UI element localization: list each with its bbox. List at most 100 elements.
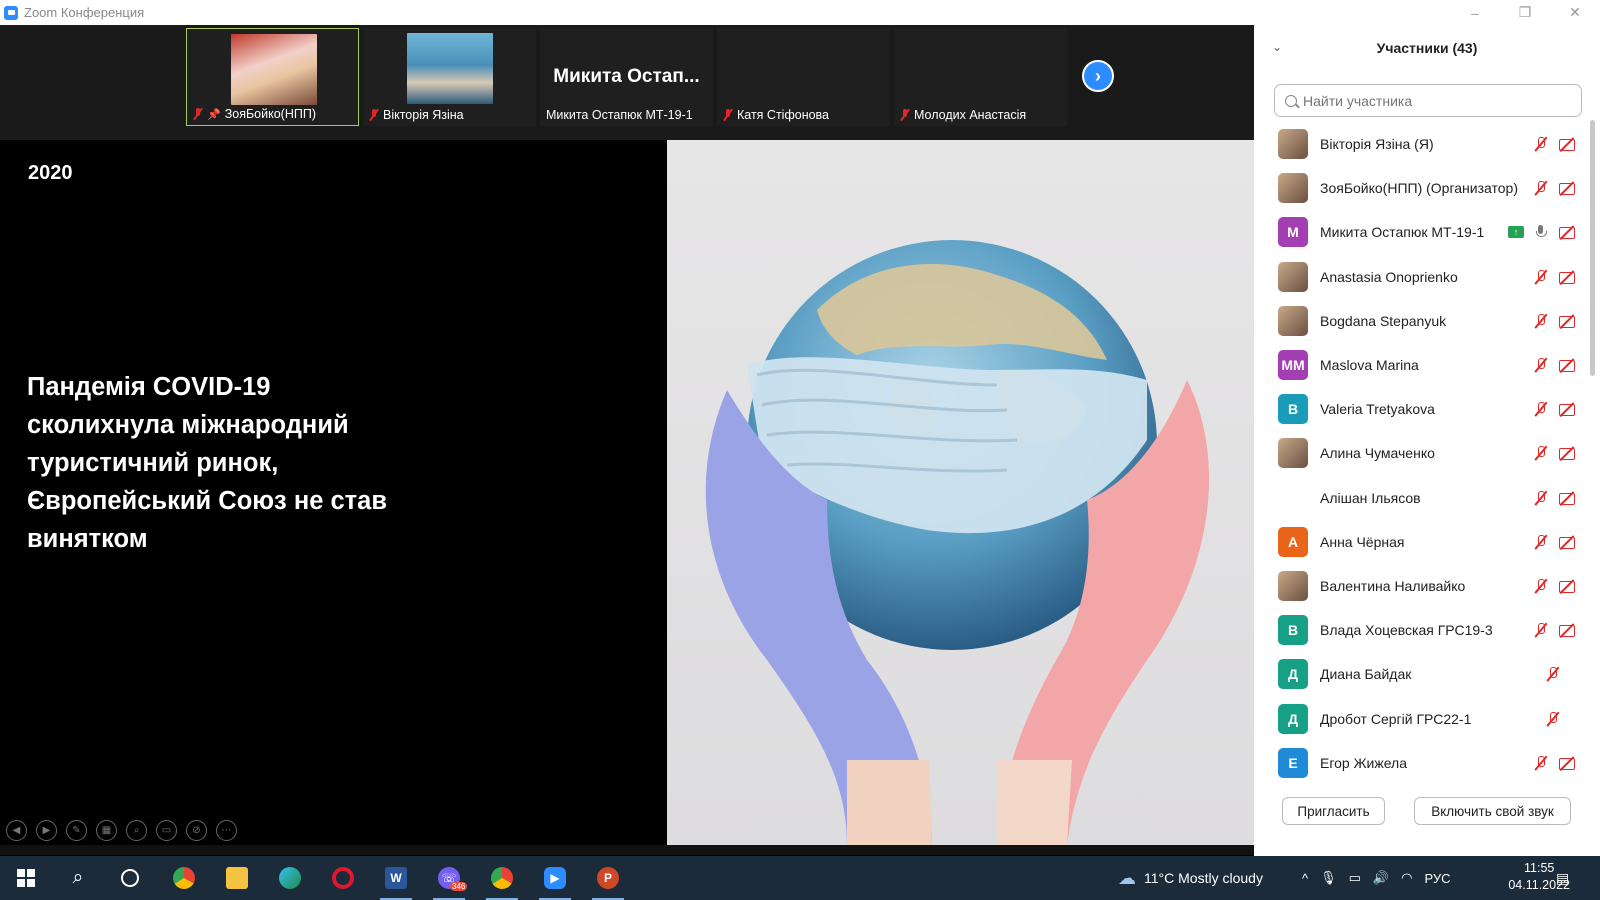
participant-row[interactable]: Е Егор Жижела [1254, 741, 1584, 785]
participant-name: Anastasia Onoprienko [1320, 268, 1458, 285]
video-tile[interactable]: Вікторія Язіна [363, 28, 536, 126]
mic-muted-icon [1533, 357, 1549, 373]
video-tile[interactable]: Микита Остап... Микита Остапюк МТ-19-1 [540, 28, 713, 126]
participants-title: Участники (43) [1376, 40, 1478, 56]
participant-row[interactable]: M Микита Остапюк МТ-19-1 ↑ [1254, 210, 1584, 254]
invite-button[interactable]: Пригласить [1282, 797, 1385, 825]
participant-row[interactable]: Алішан Ільясов [1254, 476, 1584, 520]
participant-row[interactable]: А Анна Чёрная [1254, 520, 1584, 564]
avatar [1278, 438, 1308, 469]
participant-name: Валентина Наливайко [1320, 578, 1466, 594]
video-tile[interactable]: Молодих Анастасія [894, 28, 1067, 126]
search-icon [1285, 94, 1297, 107]
video-tile[interactable]: 📌 ЗояБойко(НПП) [186, 28, 359, 126]
weather-text: 11°C Mostly cloudy [1144, 870, 1263, 886]
title-bar: Zoom Конференция – ❐ ✕ [0, 0, 1600, 25]
camera-off-icon [1558, 313, 1576, 329]
pen-icon[interactable]: ✎ [66, 820, 87, 841]
next-slide-icon[interactable]: ▶ [36, 820, 57, 841]
participant-row[interactable]: Валентина Наливайко [1254, 564, 1584, 608]
cortana-button[interactable] [106, 856, 154, 900]
tile-name: Вікторія Язіна [383, 108, 464, 122]
scrollbar[interactable] [1590, 120, 1595, 376]
participant-video [231, 34, 317, 105]
slides-grid-icon[interactable]: ▦ [96, 820, 117, 841]
more-options-icon[interactable]: ⋯ [216, 820, 237, 841]
chrome-button[interactable] [160, 856, 208, 900]
explorer-button[interactable] [213, 856, 261, 900]
zoom-button[interactable]: ▶ [531, 856, 579, 900]
avatar [1278, 173, 1308, 204]
next-page-button[interactable]: › [1082, 60, 1114, 92]
subtitle-icon[interactable]: ▭ [156, 820, 177, 841]
avatar [1278, 483, 1308, 513]
opera-button[interactable] [319, 856, 367, 900]
participant-video [407, 33, 493, 104]
slide-toolbar: ◀ ▶ ✎ ▦ ⌕ ▭ ⊘ ⋯ [6, 820, 237, 841]
zoom-app-icon: ▶ [544, 867, 566, 889]
avatar: В [1278, 394, 1308, 425]
battery-icon[interactable]: ▭ [1349, 870, 1361, 886]
volume-icon[interactable]: 🔊 [1373, 870, 1389, 886]
participant-row[interactable]: Алина Чумаченко [1254, 431, 1584, 475]
participant-name: Алішан Ільясов [1320, 489, 1421, 506]
restore-button[interactable]: ❐ [1500, 0, 1550, 25]
minimize-button[interactable]: – [1450, 0, 1500, 25]
search-button[interactable]: ⌕ [54, 856, 102, 900]
slide-headline: Пандемія COVID-19 сколихнула міжнародний… [27, 373, 388, 553]
participant-row[interactable]: MM Maslova Marina [1254, 343, 1584, 387]
powerpoint-button[interactable]: P [584, 856, 632, 900]
participant-row[interactable]: В Влада Хоцевская ГРС19-3 [1254, 608, 1584, 652]
camera-off-icon [1558, 401, 1576, 417]
chevron-up-icon[interactable]: ^ [1302, 871, 1308, 886]
language-indicator[interactable]: РУС [1424, 871, 1450, 886]
start-button[interactable] [2, 856, 50, 900]
microphone-icon[interactable]: 🎙 [1320, 870, 1337, 886]
participant-row[interactable]: Д Дробот Сергій ГРС22-1 [1254, 697, 1584, 741]
tile-name: Молодих Анастасія [914, 108, 1027, 122]
participant-name: ЗояБойко(НПП) (Организатор) [1320, 180, 1518, 197]
search-input[interactable] [1303, 92, 1573, 109]
participant-row[interactable]: Д Диана Байдак [1254, 652, 1584, 696]
word-button[interactable]: W [372, 856, 420, 900]
weather-widget[interactable]: ☁ 11°C Mostly cloudy [1118, 856, 1263, 900]
unmute-button[interactable]: Включить свой звук [1414, 797, 1571, 825]
screen-icon[interactable]: ⊘ [186, 820, 207, 841]
participant-row[interactable]: Bogdana Stepanyuk [1254, 299, 1584, 343]
zoom-icon[interactable]: ⌕ [126, 820, 147, 841]
shared-screen: 2020 Пандемія COVID-19 сколихнула міжнар… [0, 140, 1254, 845]
video-tile[interactable]: Катя Стіфонова [717, 28, 890, 126]
participant-row[interactable]: ЗояБойко(НПП) (Организатор) [1254, 166, 1584, 210]
mic-muted-icon [1533, 622, 1549, 638]
previous-slide-icon[interactable]: ◀ [6, 820, 27, 841]
camera-off-icon [1558, 490, 1576, 506]
window-title: Zoom Конференция [24, 5, 145, 20]
taskbar: ⌕ W ☏ 346 ▶ P ☁ 11°C Mostly cloudy ^ 🎙 ▭… [0, 856, 1600, 900]
chrome-icon [491, 867, 513, 889]
avatar: MM [1278, 350, 1308, 380]
participant-name: Дробот Сергій ГРС22-1 [1320, 710, 1472, 727]
mic-muted-icon [900, 109, 910, 121]
camera-off-icon [1558, 269, 1576, 285]
participant-row[interactable]: В Valeria Tretyakova [1254, 387, 1584, 431]
edge-icon [279, 867, 301, 889]
tile-name: Катя Стіфонова [737, 108, 829, 122]
mic-muted-icon [1533, 490, 1549, 506]
close-button[interactable]: ✕ [1550, 0, 1600, 25]
camera-off-icon [1558, 445, 1576, 461]
notifications-button[interactable]: ▤ [1556, 856, 1569, 900]
wifi-icon[interactable]: ◠ [1401, 870, 1412, 886]
avatar [1278, 571, 1308, 601]
participant-row[interactable]: Anastasia Onoprienko [1254, 255, 1584, 299]
edge-button[interactable] [266, 856, 314, 900]
participant-list: Вікторія Язіна (Я) ЗояБойко(НПП) (Организ… [1254, 122, 1584, 822]
avatar: А [1278, 526, 1308, 557]
viber-button[interactable]: ☏ 346 [425, 856, 473, 900]
camera-off-icon [1558, 180, 1576, 196]
powerpoint-icon: P [597, 867, 619, 889]
chrome-profile-button[interactable] [478, 856, 526, 900]
camera-off-icon [1558, 136, 1576, 152]
search-icon: ⌕ [72, 867, 84, 888]
participant-row[interactable]: Вікторія Язіна (Я) [1254, 122, 1584, 166]
participant-search[interactable] [1274, 84, 1582, 117]
